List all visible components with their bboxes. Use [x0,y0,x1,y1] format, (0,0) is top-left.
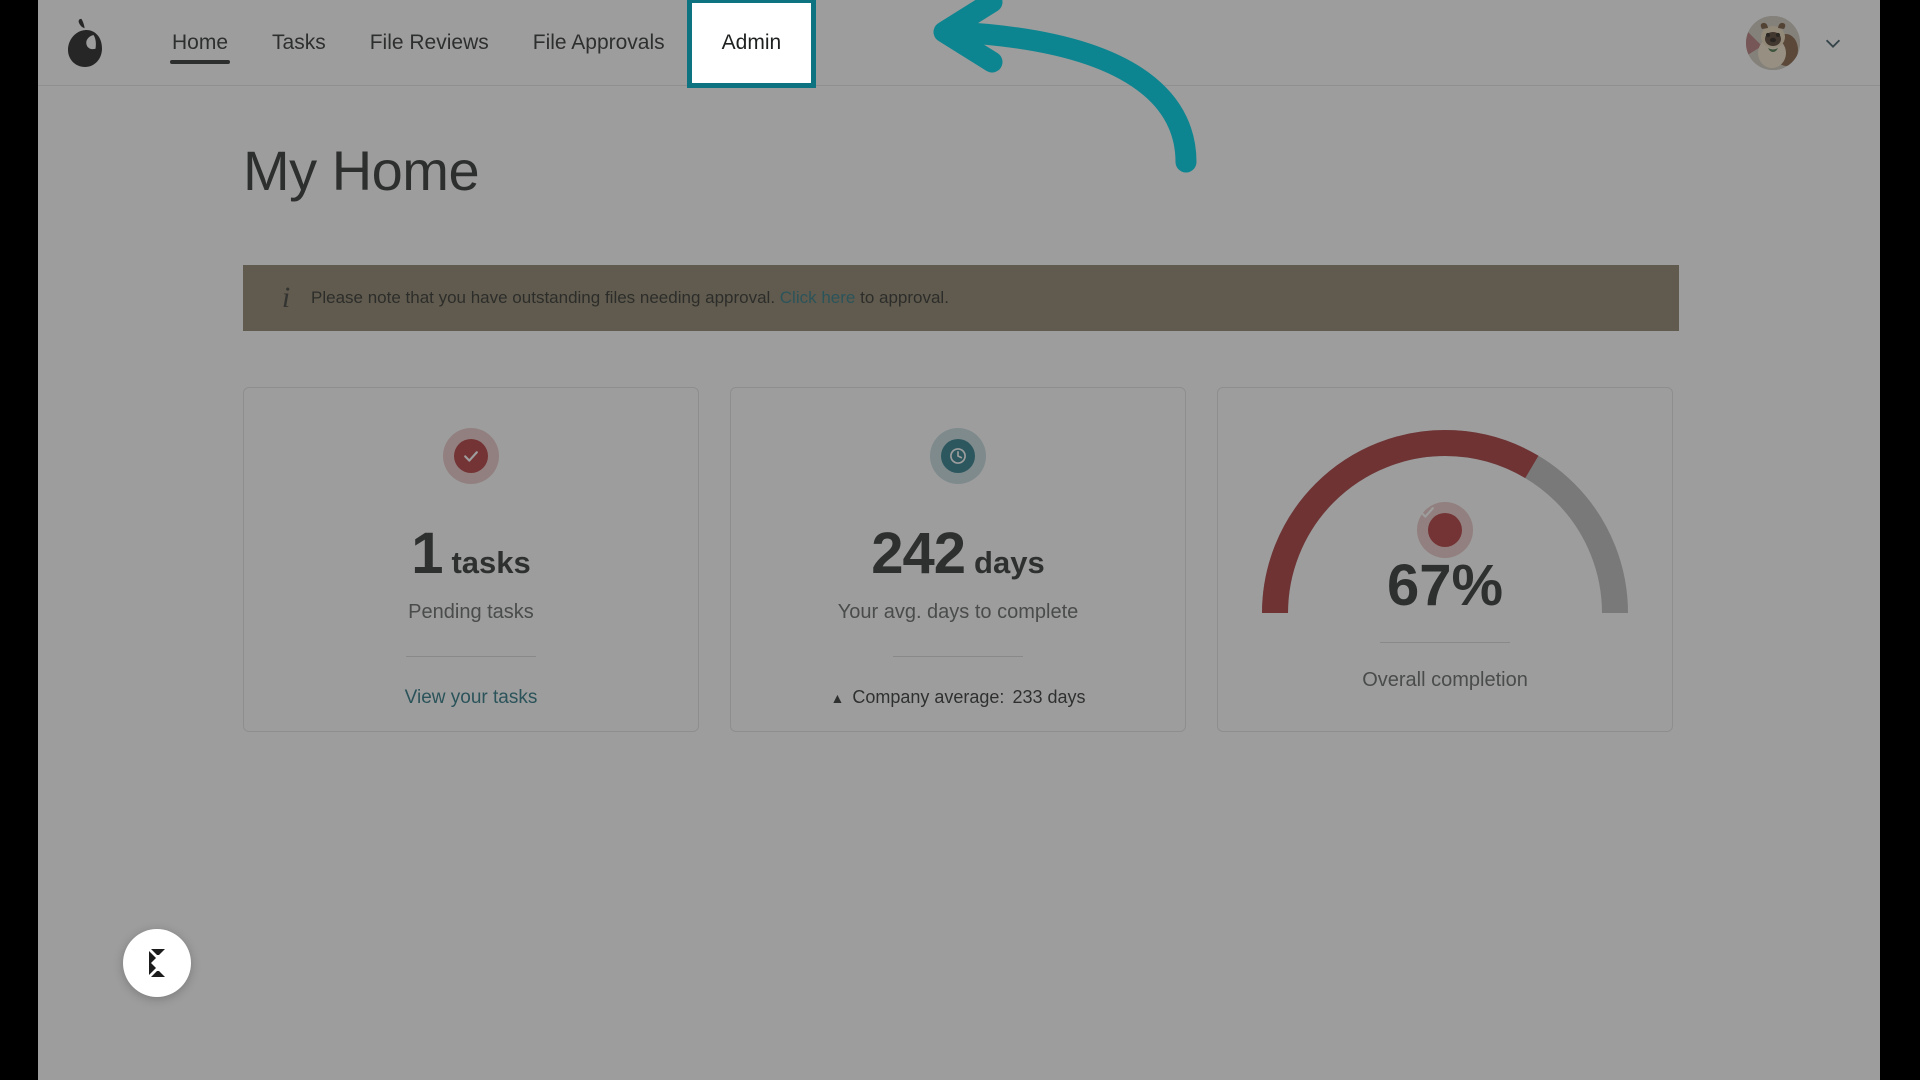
nav-item-label: File Reviews [369,30,489,54]
gauge-label: Overall completion [1362,669,1528,691]
page-title: My Home [243,139,480,202]
alert-text-after: to approval. [855,288,949,307]
chat-support-icon[interactable] [123,929,191,997]
active-tab-underline [170,59,231,64]
gauge-check-icon-wrap [1417,502,1473,558]
application-window: Home Tasks File Reviews File Approvals A… [38,0,1880,1080]
stat-value-group: 242 days [871,520,1044,587]
nav-item-label: Tasks [272,30,326,54]
nav-item-admin[interactable]: Admin [686,0,817,88]
stat-number: 242 [871,521,966,586]
card-pending-tasks: 1 tasks Pending tasks View your tasks [243,387,699,732]
company-average-label: Company average: [852,687,1005,707]
card-overall-completion: 67% Overall completion [1217,387,1673,732]
card-divider [406,656,536,657]
card-avg-days: 242 days Your avg. days to complete ▲ Co… [730,387,1186,732]
completion-gauge: 67% [1245,418,1645,628]
gauge-percentage: 67% [1386,553,1504,618]
card-divider [893,656,1023,657]
stat-value-group: 1 tasks [411,520,531,587]
stat-label: Your avg. days to complete [837,601,1079,623]
alert-text-before: Please note that you have outstanding fi… [311,288,780,307]
nav-items: Home Tasks File Reviews File Approvals A… [150,0,817,88]
info-icon: i [281,281,291,314]
stat-cards: 1 tasks Pending tasks View your tasks 24… [243,387,1880,732]
alert-banner: i Please note that you have outstanding … [243,265,1679,331]
nav-item-tasks[interactable]: Tasks [250,0,348,86]
stat-unit: days [974,545,1045,580]
nav-item-label: File Approvals [532,30,665,54]
page-content: My Home i Please note that you have outs… [38,138,1880,1080]
company-average-row: ▲ Company average: 233 days [830,687,1085,708]
nav-item-file-reviews[interactable]: File Reviews [348,0,511,86]
chevron-down-icon[interactable] [1822,32,1844,54]
company-average-value: 233 days [1012,687,1086,707]
card-divider [1380,642,1510,643]
pear-logo[interactable] [62,17,108,69]
check-circle-icon [1417,502,1473,558]
nav-item-file-approvals[interactable]: File Approvals [511,0,687,86]
nav-item-home[interactable]: Home [150,0,250,86]
triangle-up-icon: ▲ [830,689,845,706]
nav-item-label: Home [172,30,229,54]
check-circle-icon [443,428,499,484]
stat-number: 1 [411,521,443,586]
view-your-tasks-link[interactable]: View your tasks [405,687,538,709]
alert-link[interactable]: Click here [780,288,856,307]
screen-root: Home Tasks File Reviews File Approvals A… [0,0,1920,1080]
clock-icon [930,428,986,484]
avatar[interactable] [1746,15,1800,70]
stat-unit: tasks [451,545,531,580]
nav-item-label: Admin [721,30,782,54]
stat-label: Pending tasks [408,601,534,623]
alert-text: Please note that you have outstanding fi… [311,288,949,308]
top-navbar: Home Tasks File Reviews File Approvals A… [38,0,1880,88]
navbar-right-group [1746,15,1844,70]
